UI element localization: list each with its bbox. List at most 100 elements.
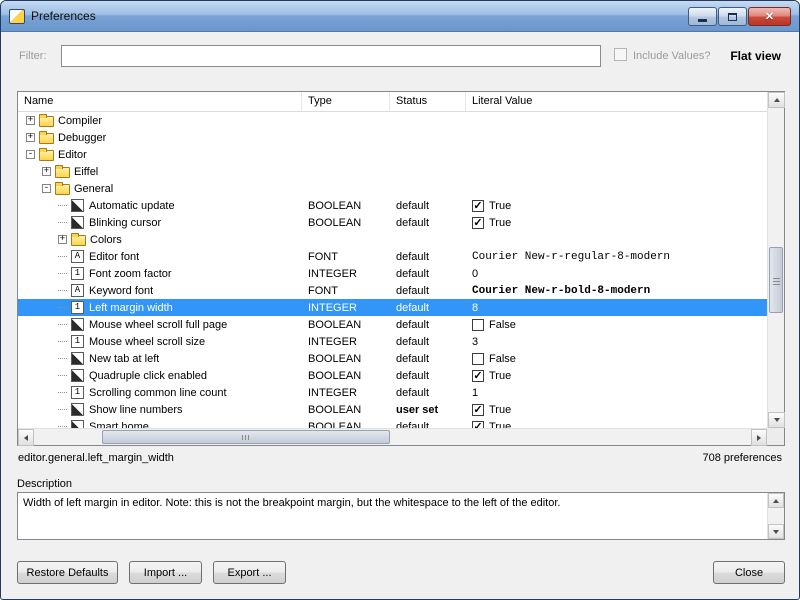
- value-checkbox[interactable]: ✓: [472, 217, 484, 229]
- value-checkbox[interactable]: ✓: [472, 421, 484, 429]
- indent-spacer: [18, 426, 58, 427]
- tree-connector: [58, 222, 67, 223]
- table-row[interactable]: +Compiler: [18, 112, 767, 129]
- expand-icon[interactable]: +: [42, 167, 51, 176]
- folder-icon: [71, 235, 86, 246]
- indent-spacer: [18, 341, 58, 342]
- scroll-down-button[interactable]: [768, 412, 785, 428]
- import-button[interactable]: Import ...: [129, 561, 202, 584]
- column-header-status[interactable]: Status: [390, 92, 466, 111]
- pref-value: 3: [466, 333, 767, 350]
- name-cell: +Eiffel: [18, 163, 302, 180]
- collapse-icon[interactable]: -: [26, 150, 35, 159]
- include-values-checkbox[interactable]: [614, 48, 627, 61]
- value-checkbox[interactable]: [472, 319, 484, 331]
- close-window-button[interactable]: ✕: [748, 7, 791, 26]
- minimize-button[interactable]: [688, 7, 717, 26]
- int-pref-icon: 1: [71, 267, 84, 280]
- description-scrollbar[interactable]: [767, 493, 784, 539]
- table-row[interactable]: Automatic updateBOOLEANdefault✓True: [18, 197, 767, 214]
- pref-type: [302, 129, 390, 146]
- vertical-scroll-thumb[interactable]: [769, 247, 783, 313]
- thumb-grip-icon: [773, 276, 780, 285]
- table-row[interactable]: 1Mouse wheel scroll sizeINTEGERdefault3: [18, 333, 767, 350]
- filter-label: Filter:: [19, 50, 47, 62]
- name-cell: +Compiler: [18, 112, 302, 129]
- maximize-icon: [728, 13, 737, 21]
- table-row[interactable]: -General: [18, 180, 767, 197]
- value-label: False: [489, 353, 516, 365]
- pref-name: Debugger: [58, 132, 106, 144]
- pref-name: Smart home: [89, 421, 149, 429]
- maximize-button[interactable]: [718, 7, 747, 26]
- pref-status: default: [390, 282, 466, 299]
- tree-connector: [58, 341, 67, 342]
- pref-name: Editor: [58, 149, 87, 161]
- pref-status: default: [390, 299, 466, 316]
- pref-value: ✓True: [466, 197, 767, 214]
- table-row[interactable]: Smart homeBOOLEANdefault✓True: [18, 418, 767, 428]
- pref-value: ✓True: [466, 367, 767, 384]
- pref-status: default: [390, 384, 466, 401]
- vertical-scrollbar[interactable]: [767, 92, 784, 428]
- value-checkbox[interactable]: [472, 353, 484, 365]
- indent-spacer: [18, 307, 58, 308]
- column-header-literal-value[interactable]: Literal Value: [466, 92, 767, 111]
- tree-connector: [58, 307, 67, 308]
- value-checkbox[interactable]: ✓: [472, 404, 484, 416]
- horizontal-scrollbar[interactable]: [18, 428, 767, 445]
- column-header-name[interactable]: Name: [18, 92, 302, 111]
- pref-type: [302, 180, 390, 197]
- table-row[interactable]: +Colors: [18, 231, 767, 248]
- table-row[interactable]: 1Font zoom factorINTEGERdefault0: [18, 265, 767, 282]
- filter-input[interactable]: [61, 45, 601, 67]
- table-row[interactable]: Blinking cursorBOOLEANdefault✓True: [18, 214, 767, 231]
- horizontal-scroll-thumb[interactable]: [102, 430, 390, 444]
- value-checkbox[interactable]: ✓: [472, 200, 484, 212]
- table-row[interactable]: 1Scrolling common line countINTEGERdefau…: [18, 384, 767, 401]
- table-row[interactable]: 1Left margin widthINTEGERdefault8: [18, 299, 767, 316]
- name-cell: Mouse wheel scroll full page: [18, 316, 302, 333]
- table-row[interactable]: +Eiffel: [18, 163, 767, 180]
- expand-icon[interactable]: +: [58, 235, 67, 244]
- pref-name: Editor font: [89, 251, 139, 263]
- table-row[interactable]: AKeyword fontFONTdefaultCourier New-r-bo…: [18, 282, 767, 299]
- include-values-label: Include Values?: [633, 50, 710, 62]
- export-button[interactable]: Export ...: [213, 561, 286, 584]
- value-checkbox[interactable]: ✓: [472, 370, 484, 382]
- scroll-left-button[interactable]: [18, 429, 34, 446]
- expand-icon[interactable]: +: [26, 133, 35, 142]
- scroll-up-button[interactable]: [768, 493, 784, 508]
- collapse-icon[interactable]: -: [42, 184, 51, 193]
- value-label: True: [489, 404, 511, 416]
- value-label: 8: [472, 302, 478, 314]
- table-row[interactable]: Quadruple click enabledBOOLEANdefault✓Tr…: [18, 367, 767, 384]
- table-row[interactable]: - Editor: [18, 146, 767, 163]
- pref-type: BOOLEAN: [302, 350, 390, 367]
- table-row[interactable]: AEditor fontFONTdefaultCourier New-r-reg…: [18, 248, 767, 265]
- column-header-type[interactable]: Type: [302, 92, 390, 111]
- name-cell: 1Font zoom factor: [18, 265, 302, 282]
- indent-spacer: [18, 120, 26, 121]
- expand-icon[interactable]: +: [26, 116, 35, 125]
- indent-spacer: [18, 154, 26, 155]
- close-button[interactable]: Close: [713, 561, 785, 584]
- name-cell: 1Mouse wheel scroll size: [18, 333, 302, 350]
- pref-status: user set: [390, 401, 466, 418]
- table-row[interactable]: Mouse wheel scroll full pageBOOLEANdefau…: [18, 316, 767, 333]
- indent-spacer: [18, 324, 58, 325]
- name-cell: +Colors: [18, 231, 302, 248]
- flat-view-button[interactable]: Flat view: [730, 49, 781, 63]
- pref-type: [302, 231, 390, 248]
- scroll-right-button[interactable]: [751, 429, 767, 446]
- pref-type: BOOLEAN: [302, 316, 390, 333]
- table-row[interactable]: + Debugger: [18, 129, 767, 146]
- scroll-up-button[interactable]: [768, 92, 785, 108]
- pref-value: [466, 163, 767, 180]
- pref-status: default: [390, 333, 466, 350]
- table-row[interactable]: New tab at leftBOOLEANdefaultFalse: [18, 350, 767, 367]
- value-label: 3: [472, 336, 478, 348]
- scroll-down-button[interactable]: [768, 524, 784, 539]
- table-row[interactable]: Show line numbersBOOLEANuser set✓True: [18, 401, 767, 418]
- restore-defaults-button[interactable]: Restore Defaults: [17, 561, 118, 584]
